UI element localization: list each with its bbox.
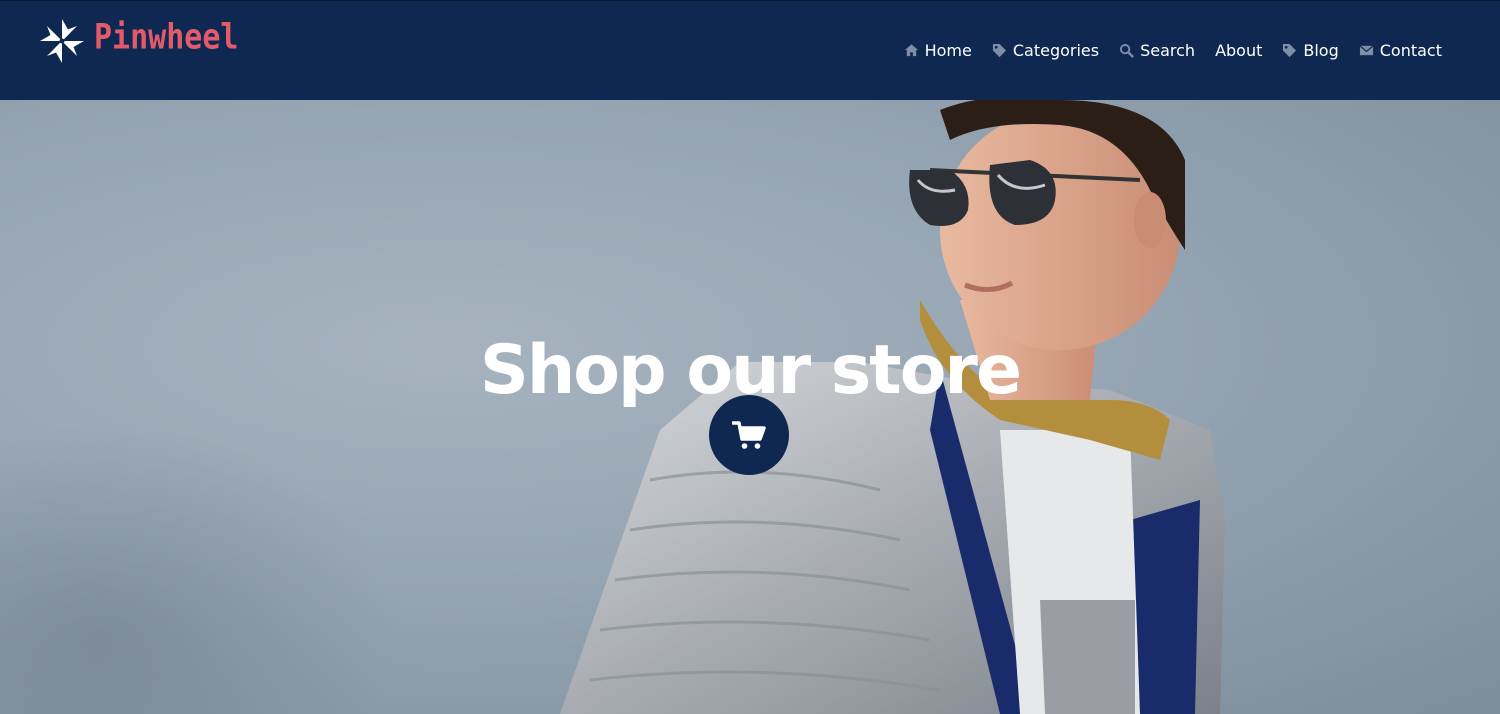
- nav-contact[interactable]: Contact: [1359, 41, 1442, 60]
- tag-icon: [992, 43, 1007, 58]
- nav-home[interactable]: Home: [904, 41, 972, 60]
- shop-cart-button[interactable]: [709, 395, 789, 475]
- nav-about[interactable]: About: [1215, 41, 1262, 60]
- nav-categories[interactable]: Categories: [992, 41, 1099, 60]
- search-icon: [1119, 43, 1134, 58]
- nav-blog-label: Blog: [1303, 41, 1339, 60]
- nav-categories-label: Categories: [1012, 41, 1100, 60]
- hero-banner: Shop our store: [0, 100, 1500, 714]
- nav-about-label: About: [1215, 41, 1263, 60]
- brand[interactable]: Pinwheel: [38, 17, 239, 65]
- envelope-icon: [1359, 43, 1374, 58]
- pinwheel-icon: [40, 19, 84, 63]
- nav-search[interactable]: Search: [1119, 41, 1195, 60]
- nav-blog[interactable]: Blog: [1282, 41, 1339, 60]
- nav-home-label: Home: [924, 41, 972, 60]
- home-icon: [904, 43, 919, 58]
- tag-icon: [1282, 43, 1297, 58]
- main-nav: Home Categories Search About Blog Contac…: [904, 41, 1442, 60]
- nav-contact-label: Contact: [1379, 41, 1442, 60]
- nav-search-label: Search: [1140, 41, 1196, 60]
- site-header: Pinwheel Home Categories Search About Bl…: [0, 0, 1500, 100]
- brand-name: Pinwheel: [94, 16, 239, 58]
- shopping-cart-icon: [732, 421, 766, 449]
